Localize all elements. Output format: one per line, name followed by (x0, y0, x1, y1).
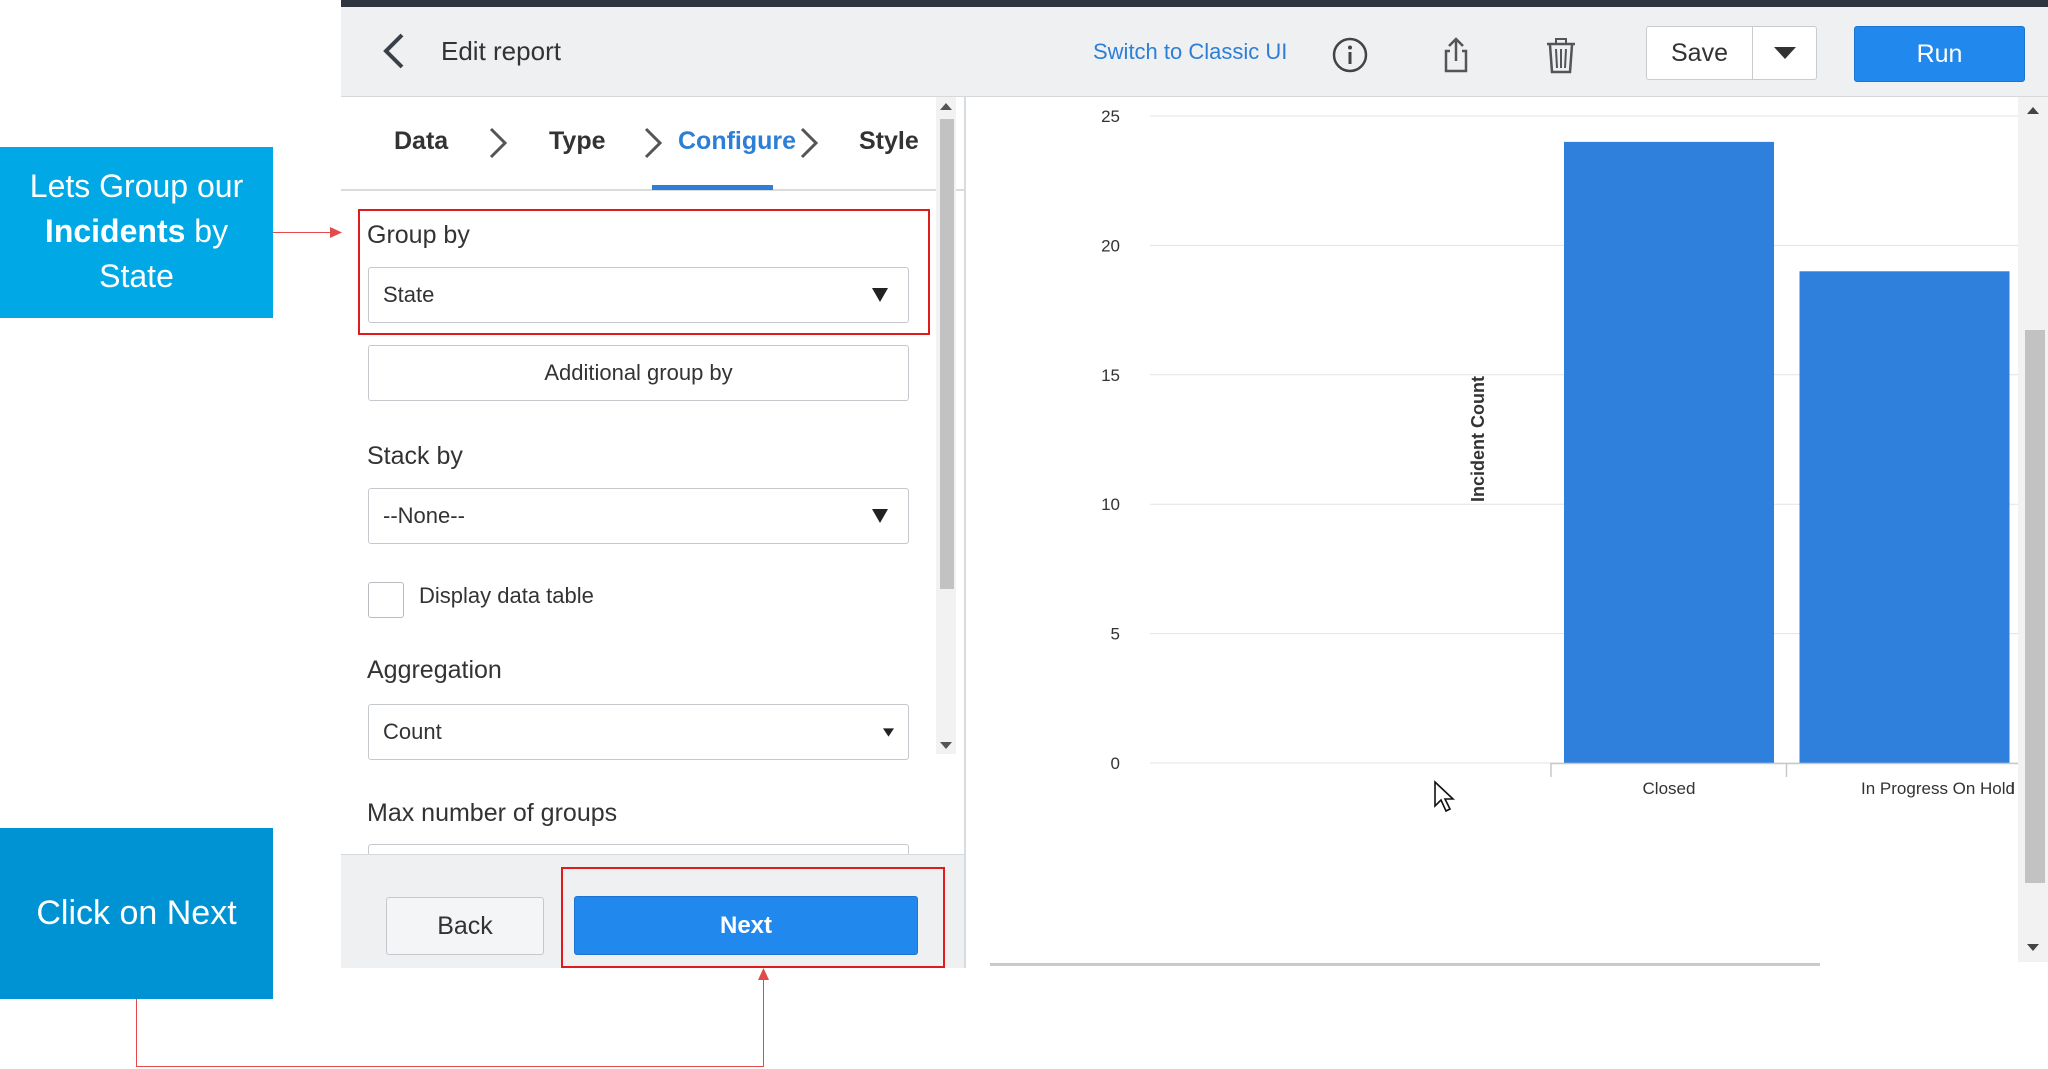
back-button-label: Back (437, 911, 493, 940)
caret-down-icon (872, 288, 888, 302)
scroll-up-icon[interactable] (2027, 107, 2039, 114)
back-button[interactable]: Back (386, 897, 544, 955)
display-data-table-label: Display data table (419, 583, 594, 608)
callout-click-next: Click on Next (0, 828, 273, 999)
chevron-right-icon (800, 127, 819, 159)
step-data[interactable]: Data (394, 127, 448, 156)
mouse-cursor-icon (1434, 780, 1456, 813)
annotation-line (136, 1066, 764, 1067)
y-tick-label: 10 (1101, 495, 1120, 514)
next-button-label: Next (719, 911, 773, 939)
switch-classic-ui-link[interactable]: Switch to Classic UI (1093, 39, 1287, 65)
stack-by-label: Stack by (367, 442, 463, 470)
annotation-line (763, 978, 764, 1067)
group-by-select[interactable]: State (368, 267, 909, 323)
aggregation-label: Aggregation (367, 656, 502, 684)
callout-text-line1: Lets Group our (29, 168, 244, 204)
config-panel: Data Type Configure Style Group by State… (341, 97, 966, 968)
max-groups-input[interactable] (368, 844, 909, 854)
caret-down-icon (883, 728, 894, 737)
y-tick-label: 5 (1111, 625, 1120, 644)
caret-down-icon (872, 509, 888, 523)
callout-next-text: Click on Next (36, 894, 237, 932)
step-type[interactable]: Type (549, 127, 606, 156)
trash-icon[interactable] (1541, 35, 1581, 75)
x-tick-label: I (2010, 779, 2015, 798)
wizard-footer: Back Next (341, 854, 964, 968)
back-arrow-icon[interactable] (378, 29, 410, 73)
callout-text-bold: Incidents (44, 213, 186, 249)
x-tick-label: On Hold (1953, 779, 2015, 798)
horizontal-scrollbar[interactable] (990, 963, 1820, 966)
callout-text-line2: by (185, 213, 229, 249)
save-button[interactable]: Save (1646, 26, 1753, 80)
stack-by-select[interactable]: --None-- (368, 488, 909, 544)
step-style[interactable]: Style (859, 127, 919, 156)
report-editor: Edit report Switch to Classic UI Save Ru… (341, 0, 2048, 968)
save-dropdown-button[interactable] (1752, 26, 1817, 80)
y-axis-label: Incident Count (1468, 376, 1488, 502)
display-data-table-checkbox[interactable] (368, 582, 404, 618)
arrowhead-icon (330, 227, 342, 238)
chevron-right-icon (489, 127, 508, 159)
stack-by-value: --None-- (383, 503, 465, 528)
bar-chart: 0 5 10 15 20 25 Incident Count Closed In Progres… (1101, 107, 2018, 798)
group-by-label: Group by (367, 221, 470, 249)
scrollbar-thumb[interactable] (2025, 330, 2045, 883)
top-bar (341, 0, 2048, 7)
max-groups-label: Max number of groups (367, 799, 618, 827)
active-step-indicator (652, 185, 773, 190)
y-tick-label: 20 (1101, 236, 1120, 255)
chart-preview: 0 5 10 15 20 25 Incident Count Closed In Progres… (968, 97, 2048, 968)
scroll-up-icon[interactable] (940, 103, 952, 110)
y-tick-label: 25 (1101, 107, 1120, 126)
scroll-down-icon[interactable] (2027, 944, 2039, 951)
x-tick-label: In Progress (1861, 779, 1948, 798)
callout-group-by-state: Lets Group our Incidents by State (0, 147, 273, 318)
chart-scrollbar[interactable] (2018, 97, 2048, 962)
aggregation-value: Count (383, 719, 442, 744)
additional-group-by-label: Additional group by (544, 360, 733, 385)
aggregation-select[interactable]: Count (368, 704, 909, 760)
x-tick-label: Closed (1643, 779, 1696, 798)
additional-group-by-button[interactable]: Additional group by (368, 345, 909, 401)
next-button[interactable]: Next (574, 896, 918, 955)
group-by-value: State (383, 282, 435, 307)
annotation-line (273, 232, 336, 233)
chevron-right-icon (644, 127, 663, 159)
info-icon[interactable] (1330, 35, 1370, 75)
step-configure[interactable]: Configure (678, 127, 796, 156)
wizard-steps: Data Type Configure Style (341, 97, 966, 191)
run-button-label: Run (1916, 39, 1963, 68)
run-button[interactable]: Run (1854, 26, 2025, 82)
bar (1799, 271, 2010, 763)
page-title: Edit report (441, 36, 561, 66)
caret-down-icon (1773, 47, 1796, 59)
y-tick-label: 0 (1111, 754, 1120, 773)
y-tick-label: 15 (1101, 366, 1120, 385)
save-button-label: Save (1671, 38, 1728, 67)
scroll-down-icon[interactable] (940, 742, 952, 749)
config-panel-scrollbar[interactable] (936, 97, 956, 754)
arrowhead-icon (758, 968, 769, 980)
callout-text-line3: State (99, 258, 174, 294)
scrollbar-thumb[interactable] (940, 119, 954, 589)
share-icon[interactable] (1436, 35, 1476, 75)
bar (1564, 141, 1774, 763)
header: Edit report Switch to Classic UI Save Ru… (341, 7, 2048, 97)
annotation-line (136, 999, 137, 1067)
